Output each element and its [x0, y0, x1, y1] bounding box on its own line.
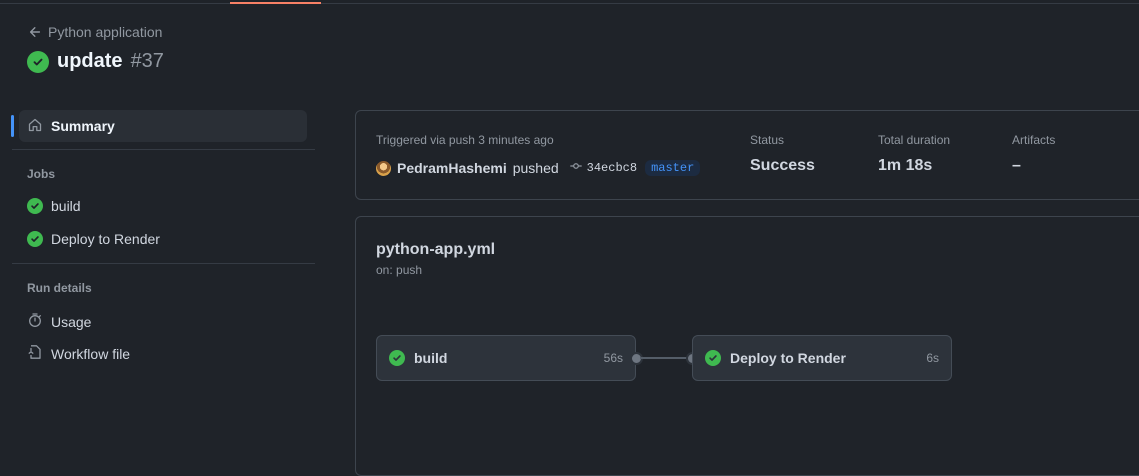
- sidebar-divider: [12, 149, 315, 150]
- sidebar-item-label: Deploy to Render: [51, 231, 160, 247]
- top-divider: [0, 3, 1139, 4]
- home-icon: [27, 117, 43, 136]
- job-node-build[interactable]: build 56s: [376, 335, 636, 381]
- sidebar-item-workflow-file[interactable]: Workflow file: [27, 344, 130, 363]
- sidebar-item-label: Usage: [51, 313, 92, 330]
- commit-icon: [569, 159, 583, 177]
- sidebar-item-summary[interactable]: Summary: [19, 110, 307, 142]
- arrow-left-icon: [28, 25, 42, 39]
- branch-badge[interactable]: master: [645, 160, 701, 176]
- avatar: [376, 160, 391, 176]
- run-number: #37: [130, 50, 164, 72]
- success-check-icon: [27, 198, 43, 214]
- run-details-heading: Run details: [27, 281, 92, 295]
- run-title: update: [57, 50, 123, 72]
- artifacts-value: –: [1012, 157, 1021, 174]
- success-check-icon: [27, 50, 49, 73]
- job-name: Deploy to Render: [730, 350, 846, 366]
- sidebar-item-label: Workflow file: [51, 345, 131, 362]
- sidebar-divider: [12, 263, 315, 264]
- duration-label: Total duration: [878, 133, 951, 147]
- job-duration: 6s: [926, 351, 939, 365]
- stopwatch-icon: [27, 312, 43, 331]
- user-link[interactable]: PedramHashemi: [397, 160, 507, 176]
- sidebar-item-label: build: [51, 198, 81, 214]
- workflow-graph-card: python-app.yml on: push build 56s Deploy…: [355, 216, 1139, 476]
- job-name: build: [414, 350, 448, 366]
- back-to-workflow-link[interactable]: Python application: [28, 24, 162, 40]
- duration-value: 1m 18s: [878, 157, 933, 174]
- sidebar-item-usage[interactable]: Usage: [27, 312, 91, 331]
- success-check-icon: [389, 350, 405, 366]
- job-duration: 56s: [603, 351, 623, 365]
- status-label: Status: [750, 133, 785, 147]
- selected-indicator: [11, 115, 14, 137]
- trigger-text: Triggered via push 3 minutes ago: [376, 133, 554, 147]
- success-check-icon: [705, 350, 721, 366]
- active-tab-indicator: [230, 2, 321, 4]
- success-check-icon: [27, 231, 43, 247]
- sidebar-item-label: Summary: [51, 118, 115, 134]
- workflow-trigger: on: push: [376, 263, 423, 277]
- workflow-file-icon: [27, 344, 43, 363]
- jobs-heading: Jobs: [27, 167, 56, 181]
- workflow-file-name: python-app.yml: [376, 241, 496, 258]
- back-link-label: Python application: [48, 24, 163, 40]
- sidebar-job-build[interactable]: build: [27, 198, 81, 214]
- push-action: pushed: [512, 160, 559, 176]
- page-title: update #37: [27, 50, 164, 73]
- job-connector: [640, 357, 688, 359]
- commit-link[interactable]: 34ecbc8: [569, 159, 637, 177]
- push-info: PedramHashemi pushed 34ecbc8 master: [376, 159, 701, 177]
- status-value: Success: [750, 157, 815, 174]
- commit-sha: 34ecbc8: [586, 161, 638, 175]
- sidebar-job-deploy[interactable]: Deploy to Render: [27, 231, 160, 247]
- artifacts-label: Artifacts: [1012, 133, 1056, 147]
- run-summary-card: Triggered via push 3 minutes ago PedramH…: [355, 110, 1139, 200]
- job-node-deploy[interactable]: Deploy to Render 6s: [692, 335, 952, 381]
